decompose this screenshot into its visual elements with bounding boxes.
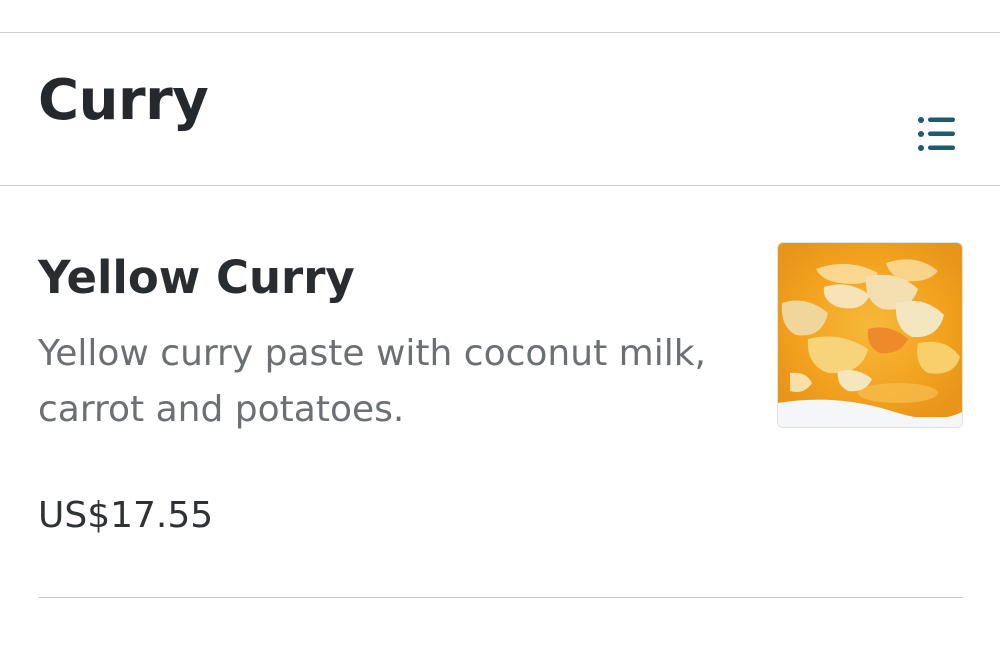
item-photo[interactable] (777, 242, 963, 428)
section-title: Curry (38, 68, 209, 133)
item-name: Yellow Curry (38, 251, 355, 304)
category-list-button[interactable] (908, 108, 964, 160)
item-description: Yellow curry paste with coconut milk, ca… (38, 333, 706, 430)
curry-photo-icon (778, 243, 962, 427)
list-icon (918, 117, 955, 151)
item-divider (38, 597, 963, 598)
item-price: US$17.55 (38, 495, 214, 536)
menu-item-card[interactable]: Yellow Curry Yellow curry paste with coc… (0, 186, 1000, 598)
